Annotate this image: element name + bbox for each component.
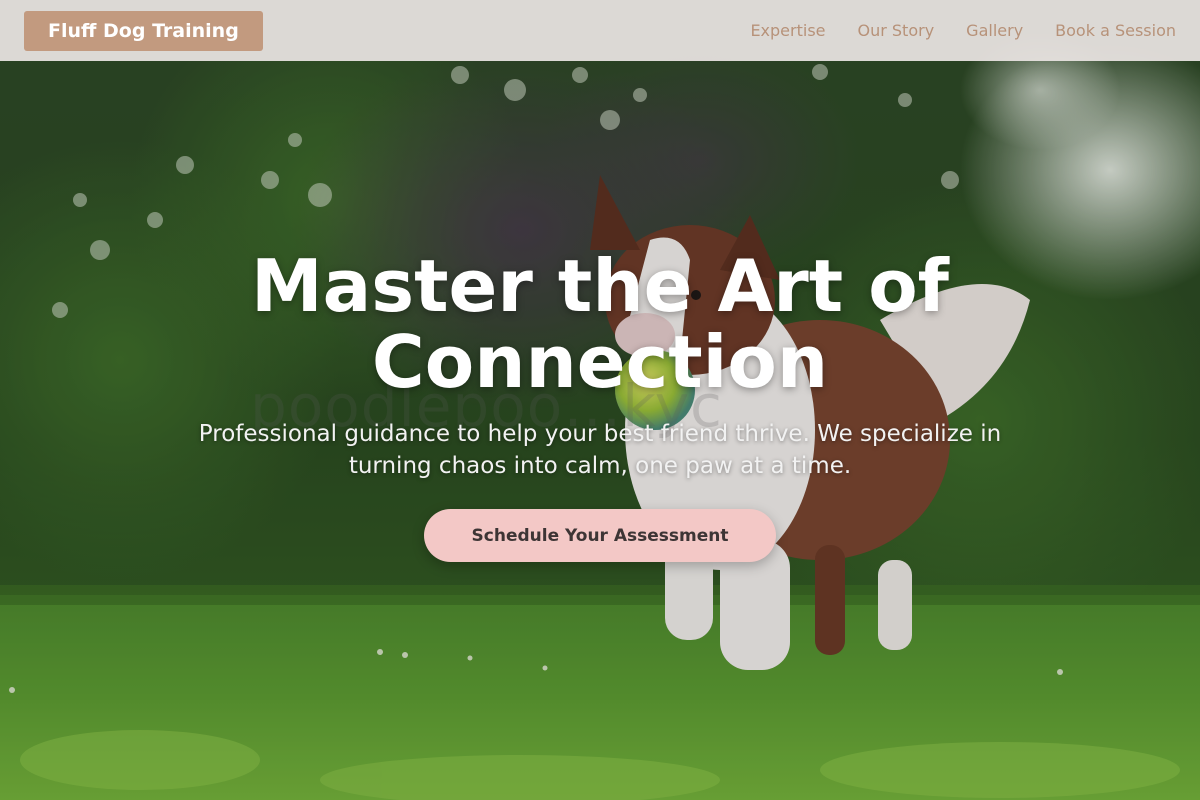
nav-link-our-story[interactable]: Our Story — [858, 21, 935, 40]
nav-link-expertise[interactable]: Expertise — [750, 21, 825, 40]
site-header: Fluff Dog Training Expertise Our Story G… — [0, 0, 1200, 61]
nav-link-gallery[interactable]: Gallery — [966, 21, 1023, 40]
nav-link-book-a-session[interactable]: Book a Session — [1055, 21, 1176, 40]
hero-subtitle: Professional guidance to help your best … — [198, 421, 1002, 479]
hero-headline: Master the Art of Connection — [251, 244, 949, 404]
schedule-assessment-button[interactable]: Schedule Your Assessment — [424, 509, 776, 562]
brand-logo-button[interactable]: Fluff Dog Training — [24, 10, 263, 51]
main-nav: Expertise Our Story Gallery Book a Sessi… — [750, 21, 1176, 40]
